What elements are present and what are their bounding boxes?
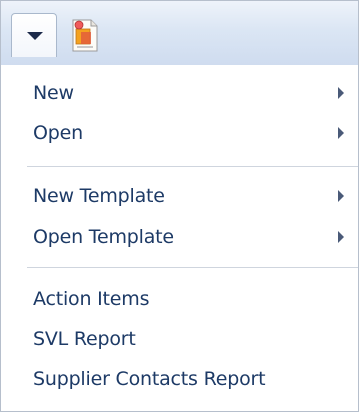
menu-item-label: New xyxy=(33,82,74,104)
menu-item-new[interactable]: New xyxy=(1,73,358,113)
menu-item-label: New Template xyxy=(33,185,165,207)
submenu-arrow-icon xyxy=(338,127,344,139)
document-icon xyxy=(72,19,98,52)
submenu-arrow-icon xyxy=(338,190,344,202)
menu-item-label: Supplier Contacts Report xyxy=(33,368,266,390)
toolbar xyxy=(1,1,358,66)
submenu-arrow-icon xyxy=(338,231,344,243)
menu-dropdown-button[interactable] xyxy=(11,13,57,57)
document-button[interactable] xyxy=(63,15,107,57)
submenu-arrow-icon xyxy=(338,87,344,99)
menu-item-svl-report[interactable]: SVL Report xyxy=(1,319,358,359)
menu-item-new-template[interactable]: New Template xyxy=(1,176,358,216)
menu-item-action-items[interactable]: Action Items xyxy=(1,279,358,319)
menu-item-label: Action Items xyxy=(33,288,150,310)
menu-item-label: Open Template xyxy=(33,226,174,248)
menu-item-open[interactable]: Open xyxy=(1,113,358,153)
menu-item-label: Open xyxy=(33,122,83,144)
dropdown-menu: New Open New Template Open Template Acti… xyxy=(1,65,358,411)
menu-item-supplier-contacts-report[interactable]: Supplier Contacts Report xyxy=(1,359,358,399)
chevron-down-icon xyxy=(27,32,43,40)
application-menu-window: New Open New Template Open Template Acti… xyxy=(0,0,359,412)
menu-separator xyxy=(27,267,358,268)
menu-separator xyxy=(27,166,358,167)
menu-item-label: SVL Report xyxy=(33,328,136,350)
menu-item-open-template[interactable]: Open Template xyxy=(1,217,358,257)
